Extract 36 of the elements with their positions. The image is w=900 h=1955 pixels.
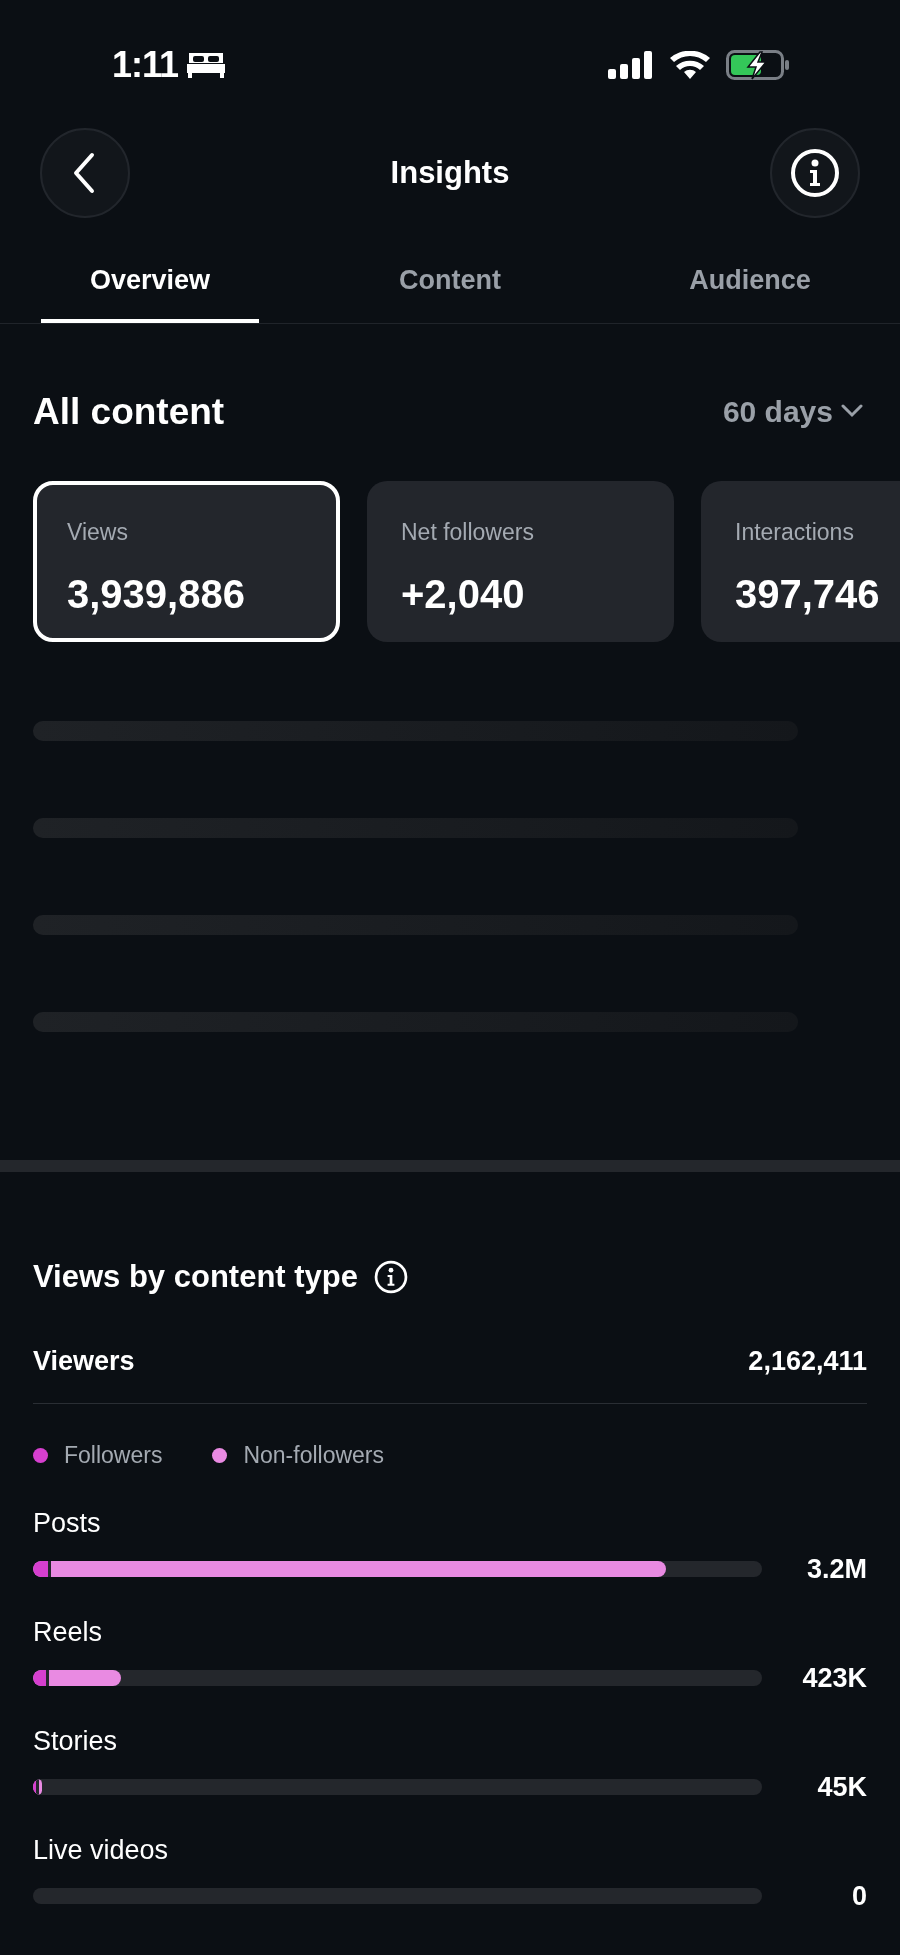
bar-label: Live videos: [33, 1833, 170, 1867]
metric-value: 3,939,886: [67, 570, 246, 618]
metric-card[interactable]: Net followers +2,040: [367, 481, 674, 642]
info-icon[interactable]: [374, 1260, 408, 1295]
bar-label: Reels: [33, 1615, 104, 1649]
viewers-label: Viewers: [33, 1344, 135, 1378]
viewers-value: 2,162,411: [748, 1344, 867, 1378]
page-title: Insights: [390, 153, 510, 192]
tab[interactable]: Content: [341, 260, 559, 323]
legend-label: Followers: [64, 1441, 163, 1470]
info-icon: [790, 148, 840, 198]
metric-card[interactable]: Views 3,939,886: [33, 481, 340, 642]
tab[interactable]: Audience: [641, 260, 859, 323]
legend-label: Non-followers: [243, 1441, 385, 1470]
signal-icon: [608, 51, 654, 79]
metric-label: Views: [67, 518, 129, 547]
section-title: Views by content type: [33, 1258, 358, 1296]
section-title: All content: [33, 389, 225, 434]
bar-label: Stories: [33, 1724, 119, 1758]
bar-value: 423K: [801, 1662, 867, 1695]
bar-value: 3.2M: [805, 1553, 867, 1586]
battery-icon: [726, 50, 790, 80]
metric-label: Net followers: [401, 518, 535, 547]
bar-value: 45K: [816, 1771, 867, 1804]
chevron-down-icon: [841, 404, 863, 419]
wifi-icon: [670, 51, 710, 79]
metric-value: +2,040: [401, 570, 526, 618]
metric-card[interactable]: Interactions 397,746: [701, 481, 900, 642]
status-time: 1:11: [112, 43, 179, 87]
tab[interactable]: Overview: [41, 260, 259, 323]
bed-icon: [186, 51, 227, 79]
period-dropdown[interactable]: 60 days: [722, 388, 863, 434]
metric-value: 397,746: [735, 570, 881, 618]
metric-label: Interactions: [735, 518, 855, 547]
bar-value: 0: [850, 1880, 867, 1913]
bar-label: Posts: [33, 1506, 102, 1540]
